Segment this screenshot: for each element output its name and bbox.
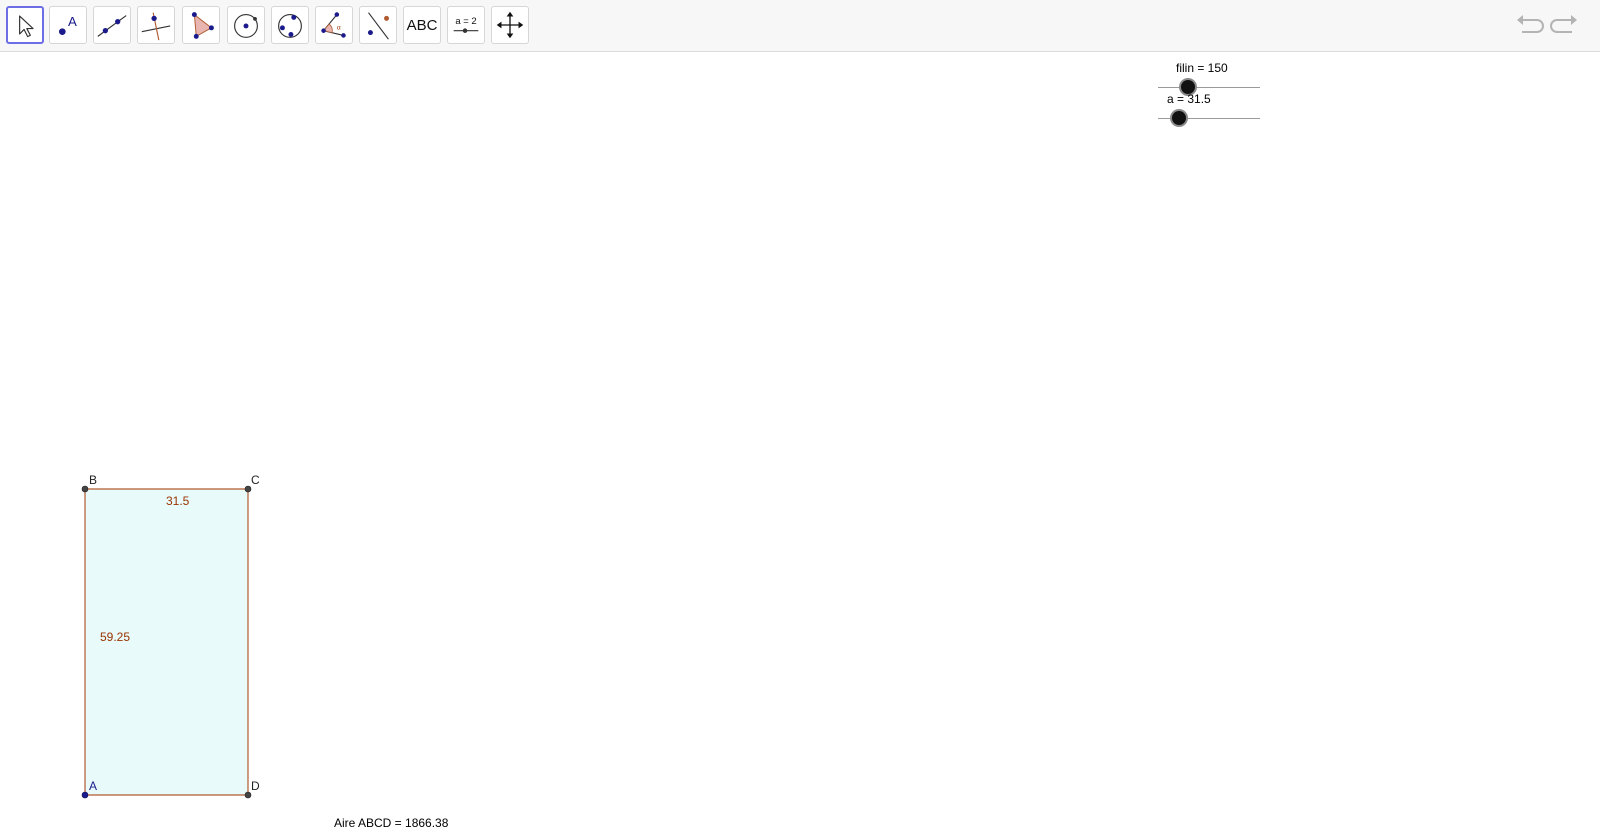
line-through-points-icon bbox=[97, 15, 127, 37]
undo-button[interactable] bbox=[1514, 12, 1544, 40]
reflect-tool-button[interactable] bbox=[359, 6, 397, 44]
point-tool-button[interactable]: A bbox=[49, 6, 87, 44]
point-b[interactable] bbox=[81, 485, 89, 493]
circle-three-points-tool-button[interactable] bbox=[271, 6, 309, 44]
move-arrows-icon bbox=[496, 11, 524, 39]
graphics-view[interactable]: filin = 150 a = 31.5 B C A D 31.5 59.25 … bbox=[0, 52, 1600, 827]
redo-icon bbox=[1550, 15, 1577, 33]
text-tool-button[interactable]: ABC bbox=[403, 6, 441, 44]
slider-tool-button[interactable]: a = 2 bbox=[447, 6, 485, 44]
perpendicular-line-tool-button[interactable] bbox=[137, 6, 175, 44]
svg-text:a = 2: a = 2 bbox=[455, 16, 476, 27]
undo-icon bbox=[1517, 15, 1544, 33]
toolbar: A α ABC a = 2 bbox=[0, 0, 1600, 52]
segment-ab-length-label: 59.25 bbox=[100, 630, 131, 644]
construction-layer bbox=[81, 485, 252, 799]
segment-bc-length-label: 31.5 bbox=[166, 494, 190, 508]
move-graphics-view-tool-button[interactable] bbox=[491, 6, 529, 44]
circle-center-icon bbox=[234, 14, 258, 38]
circle-center-point-tool-button[interactable] bbox=[227, 6, 265, 44]
point-c-label: C bbox=[251, 473, 260, 487]
reflect-line-icon bbox=[367, 12, 389, 40]
text-icon: ABC bbox=[406, 16, 438, 34]
point-a[interactable] bbox=[81, 791, 89, 799]
point-d-label: D bbox=[251, 779, 260, 793]
move-tool-button[interactable] bbox=[6, 6, 44, 44]
angle-tool-button[interactable]: α bbox=[315, 6, 353, 44]
redo-button[interactable] bbox=[1550, 12, 1580, 40]
point-b-label: B bbox=[89, 473, 98, 487]
polygon-tool-button[interactable] bbox=[182, 6, 220, 44]
geogebra-app: A α ABC a = 2 filin = 150 a = 31.5 B C A… bbox=[0, 0, 1600, 827]
point-a-label: A bbox=[89, 779, 98, 793]
svg-text:A: A bbox=[68, 14, 77, 29]
svg-text:α: α bbox=[337, 25, 341, 32]
polygon-icon bbox=[191, 12, 214, 39]
circle-three-points-icon bbox=[278, 14, 302, 38]
angle-icon: α bbox=[321, 12, 346, 38]
slider-icon: a = 2 bbox=[453, 16, 479, 33]
perpendicular-line-icon bbox=[141, 12, 171, 41]
arrow-pointer-icon bbox=[19, 15, 34, 38]
line-tool-button[interactable] bbox=[93, 6, 131, 44]
area-text: Aire ABCD = 1866.38 bbox=[334, 816, 449, 827]
point-a-icon: A bbox=[59, 14, 77, 35]
